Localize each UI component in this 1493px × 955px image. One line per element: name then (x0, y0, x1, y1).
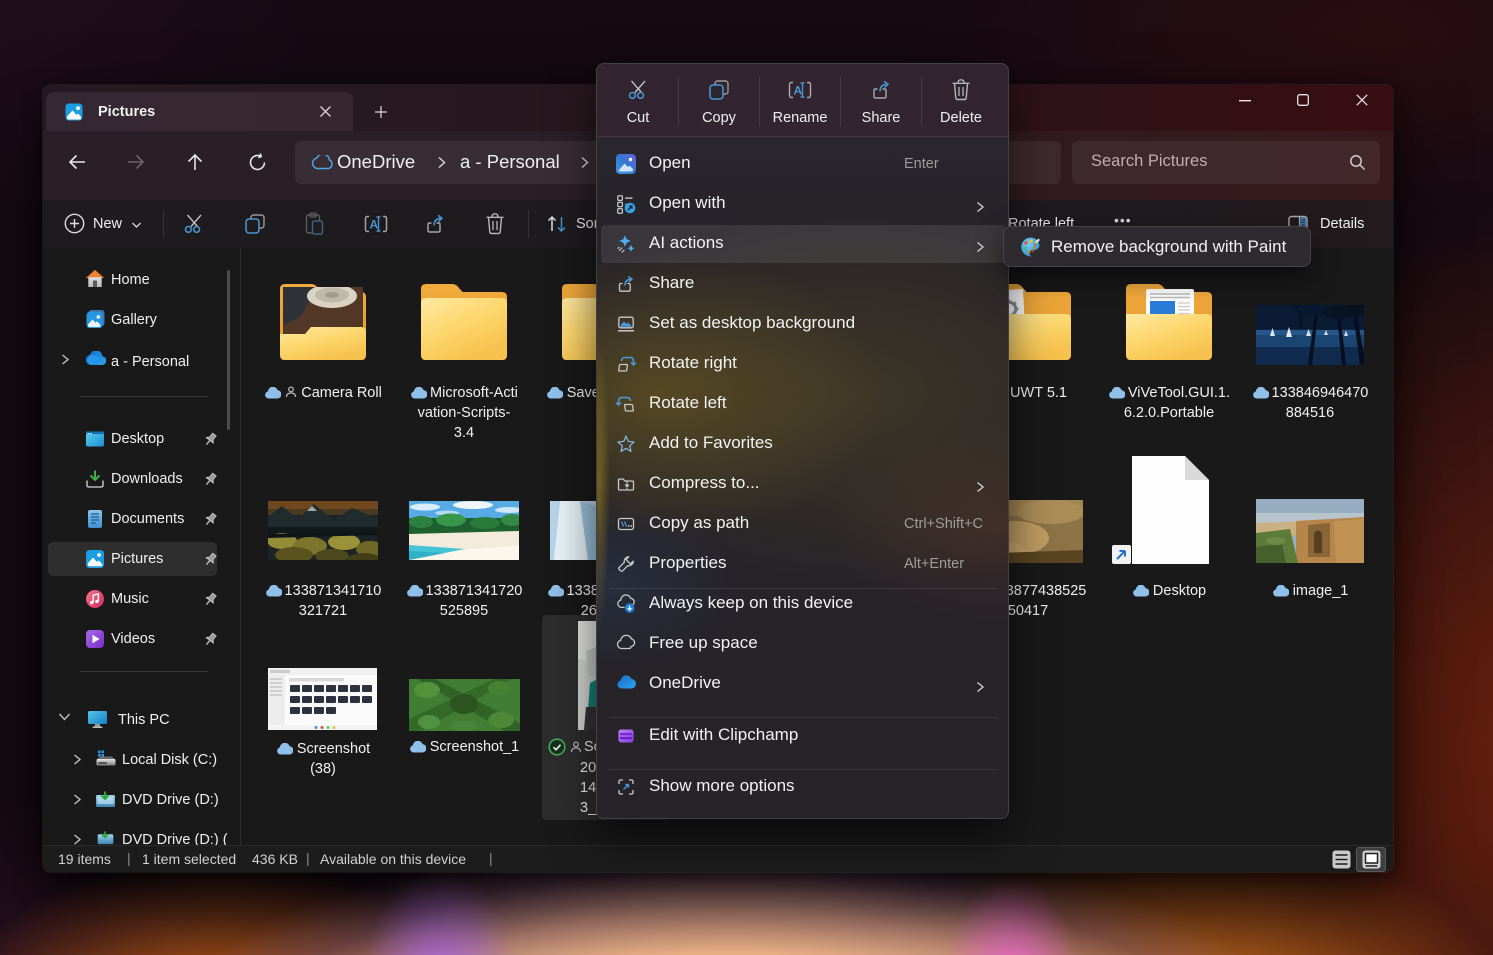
svg-text:A: A (370, 218, 379, 232)
svg-text:A: A (794, 84, 803, 98)
